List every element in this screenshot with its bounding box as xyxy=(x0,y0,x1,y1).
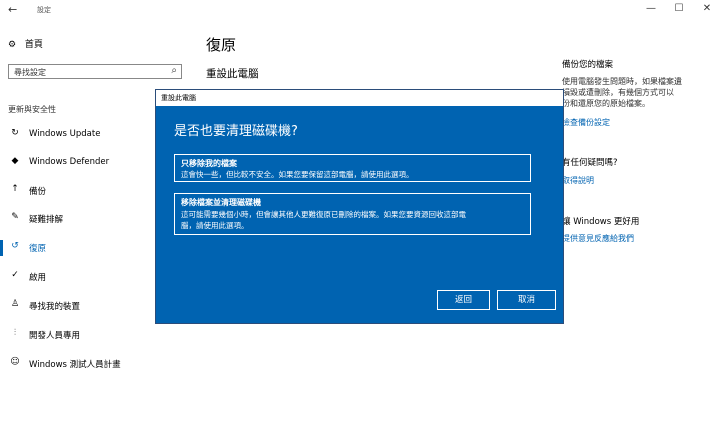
get-help-link[interactable]: 取得說明 xyxy=(562,175,594,186)
insider-icon: ☺ xyxy=(10,357,20,367)
search-placeholder: 尋找設定 xyxy=(14,68,46,77)
back-button[interactable]: 返回 xyxy=(437,290,490,310)
check-backup-link[interactable]: 檢查備份設定 xyxy=(562,117,610,128)
sidebar-item-label: 備份 xyxy=(29,187,47,197)
question-heading: 有任何疑問嗎? xyxy=(562,158,618,168)
sidebar-item-label: 啟用 xyxy=(29,273,47,283)
home-nav-item[interactable]: ⚙ 首頁 xyxy=(8,37,43,50)
section-label: 更新與安全性 xyxy=(8,105,56,114)
title-bar: ← 設定 — ☐ ✕ xyxy=(0,0,720,20)
backup-text-line: 份和還原您的原始檔案。 xyxy=(562,99,650,108)
sidebar-item-label: Windows Defender xyxy=(29,157,110,167)
remove-and-clean-option[interactable]: 移除檔案並清理磁碟機 這可能需要幾個小時，但會讓其他人更難復原已刪除的檔案。如果… xyxy=(174,193,531,235)
page-title: 復原 xyxy=(206,36,237,54)
history-icon: ↺ xyxy=(11,241,19,251)
option-description: 這會快一些，但比較不安全。如果您要保留這部電腦，請使用此選項。 xyxy=(181,170,414,179)
search-icon: ⌕ xyxy=(171,65,177,76)
backup-icon: ↑ xyxy=(11,184,19,194)
sidebar-item-insider-program[interactable]: ☺ Windows 測試人員計畫 xyxy=(0,354,205,374)
search-input[interactable]: 尋找設定 ⌕ xyxy=(8,64,182,79)
sidebar-item-label: Windows 測試人員計畫 xyxy=(29,360,121,370)
remove-files-only-option[interactable]: 只移除我的檔案 這會快一些，但比較不安全。如果您要保留這部電腦，請使用此選項。 xyxy=(174,154,531,182)
backup-text-line: 使用電腦發生問題時，如果檔案遺 xyxy=(562,77,682,86)
shield-icon: ◆ xyxy=(11,156,19,166)
option-title: 只移除我的檔案 xyxy=(181,159,237,168)
maximize-button[interactable]: ☐ xyxy=(669,3,689,14)
option-title: 移除檔案並清理磁碟機 xyxy=(181,198,261,207)
refresh-icon: ↻ xyxy=(11,128,19,138)
backup-text-line: 損毀或遭刪除，有幾個方式可以 xyxy=(562,88,674,97)
minimize-button[interactable]: — xyxy=(641,3,661,14)
person-icon: ♙ xyxy=(10,299,20,309)
dialog-title-bar: 重設此電腦 xyxy=(156,90,563,106)
gear-icon: ⚙ xyxy=(8,40,17,50)
dialog-heading: 是否也要清理磁碟機? xyxy=(174,124,298,139)
check-circle-icon: ✓ xyxy=(11,270,19,280)
app-title: 設定 xyxy=(37,6,51,14)
option-description: 腦，請使用此選項。 xyxy=(181,221,249,230)
cancel-button[interactable]: 取消 xyxy=(497,290,556,310)
feedback-heading: 讓 Windows 更好用 xyxy=(562,217,640,227)
section-title: 重設此電腦 xyxy=(206,68,259,80)
sidebar-item-label: Windows Update xyxy=(29,129,101,139)
option-description: 這可能需要幾個小時，但會讓其他人更難復原已刪除的檔案。如果您要資源回收這部電 xyxy=(181,210,466,219)
sidebar-item-label: 復原 xyxy=(29,244,47,254)
dialog-title: 重設此電腦 xyxy=(161,94,196,102)
home-label: 首頁 xyxy=(24,40,43,50)
sidebar-item-developers[interactable]: ⫶ 開發人員專用 xyxy=(0,325,205,345)
wrench-icon: ✎ xyxy=(11,212,19,222)
backup-heading: 備份您的檔案 xyxy=(562,60,614,70)
back-arrow-icon[interactable]: ← xyxy=(8,3,17,16)
sidebar-item-label: 尋找我的裝置 xyxy=(29,302,81,312)
close-button[interactable]: ✕ xyxy=(697,3,717,14)
active-indicator xyxy=(0,240,3,256)
developer-icon: ⫶ xyxy=(13,328,17,338)
sidebar-item-label: 開發人員專用 xyxy=(29,331,81,341)
sidebar-item-label: 疑難排解 xyxy=(29,215,64,225)
give-feedback-link[interactable]: 提供意見反應給我們 xyxy=(562,233,634,244)
reset-pc-dialog: 重設此電腦 是否也要清理磁碟機? 只移除我的檔案 這會快一些，但比較不安全。如果… xyxy=(155,89,564,324)
